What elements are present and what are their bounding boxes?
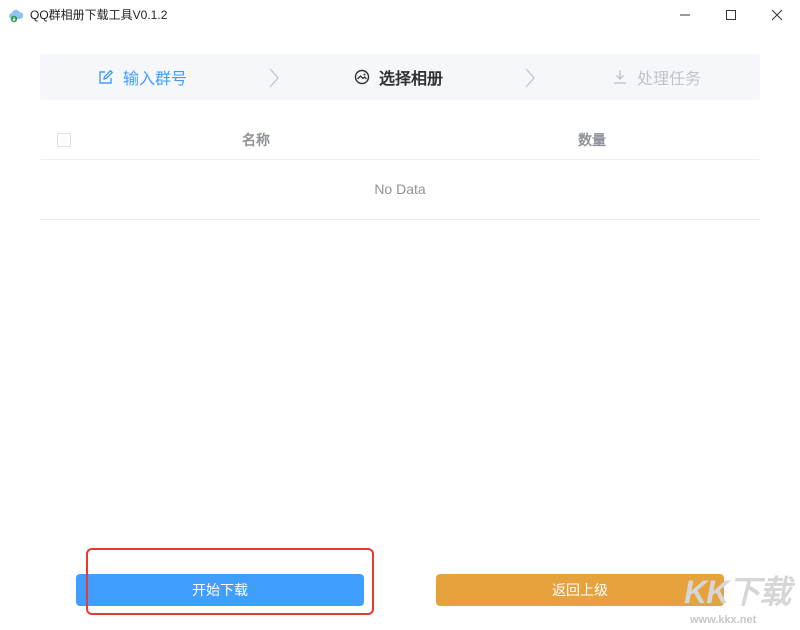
select-all-checkbox[interactable] [57,133,71,147]
step-label: 输入群号 [123,65,187,89]
maximize-button[interactable] [708,0,754,30]
minimize-button[interactable] [662,0,708,30]
watermark-url: www.kkx.net [690,614,756,626]
minimize-icon [679,9,691,21]
step-input-group: 输入群号 [98,54,187,100]
empty-text: No Data [40,181,760,197]
close-button[interactable] [754,0,800,30]
watermark: KK下载 www.kkx.net [684,574,800,630]
image-icon [354,69,370,85]
step-label: 选择相册 [379,65,443,89]
close-icon [771,9,783,21]
app-cloud-icon [8,7,24,23]
title-bar: QQ群相册下载工具V0.1.2 [0,0,800,30]
step-label: 处理任务 [637,65,701,89]
chevron-right-icon [268,68,280,88]
edit-icon [98,69,114,85]
column-name: 名称 [242,130,270,150]
table-header: 名称 数量 [40,118,760,160]
watermark-logo: KK下载 [684,574,790,610]
maximize-icon [725,9,737,21]
download-icon [612,69,628,85]
column-count: 数量 [578,130,606,150]
step-process-task: 处理任务 [612,54,701,100]
window-title: QQ群相册下载工具V0.1.2 [30,7,167,23]
step-select-album: 选择相册 [354,54,443,100]
album-table: 名称 数量 No Data [40,118,760,220]
back-label: 返回上级 [552,580,608,600]
back-button[interactable]: 返回上级 [436,574,724,606]
table-empty-row: No Data [40,160,760,220]
highlight-box [86,548,374,615]
steps-bar: 输入群号 选择相册 处理任务 [40,54,760,100]
chevron-right-icon [524,68,536,88]
